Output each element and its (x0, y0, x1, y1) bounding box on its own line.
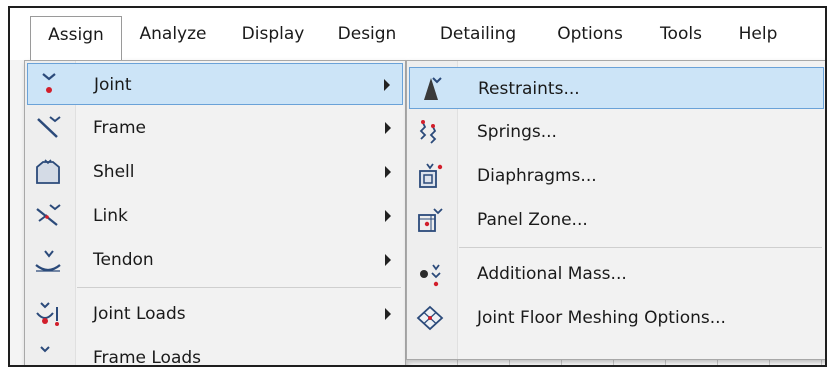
frame-icon (37, 116, 61, 138)
menu-item-joint[interactable]: Joint (27, 63, 403, 105)
panel-zone-icon (418, 208, 443, 232)
submenu-arrow-icon (384, 79, 390, 91)
submenu-arrow-icon (385, 210, 391, 222)
submenu-arrow-icon (385, 166, 391, 178)
menu-item-springs[interactable]: Springs... (409, 111, 824, 153)
menu-item-label: Additional Mass... (477, 264, 627, 284)
menu-item-label: Tendon (93, 250, 154, 270)
menu-item-diaphragms[interactable]: Diaphragms... (409, 155, 824, 197)
menu-display[interactable]: Display (232, 16, 314, 52)
menu-item-frame-loads[interactable]: Frame Loads (27, 337, 403, 367)
window-frame: Assign Analyze Display Design Detailing … (8, 6, 827, 367)
submenu-arrow-icon (385, 254, 391, 266)
menu-analyze[interactable]: Analyze (128, 16, 218, 52)
joint-icon (42, 73, 56, 93)
menu-item-label: Shell (93, 162, 135, 182)
menu-item-shell[interactable]: Shell (27, 151, 403, 193)
menu-item-label: Restraints... (478, 79, 580, 99)
restraints-icon (424, 77, 442, 100)
submenu-arrow-icon (385, 308, 391, 320)
menu-item-joint-loads[interactable]: Joint Loads (27, 293, 403, 335)
frame-loads-icon (40, 346, 50, 353)
menu-item-additional-mass[interactable]: Additional Mass... (409, 253, 824, 295)
menu-item-label: Joint (94, 75, 132, 95)
menu-detailing[interactable]: Detailing (428, 16, 528, 52)
link-icon (36, 204, 61, 226)
menu-item-label: Panel Zone... (477, 210, 588, 230)
joint-loads-icon (36, 302, 59, 326)
menu-item-label: Joint Loads (93, 304, 186, 324)
menu-separator (77, 287, 401, 288)
menu-item-restraints[interactable]: Restraints... (409, 67, 824, 109)
tendon-icon (35, 250, 61, 272)
shell-icon (36, 159, 60, 184)
menu-assign[interactable]: Assign (30, 16, 122, 60)
menu-item-tendon[interactable]: Tendon (27, 239, 403, 281)
menu-item-panel-zone[interactable]: Panel Zone... (409, 199, 824, 241)
menu-item-label: Joint Floor Meshing Options... (477, 308, 726, 328)
diaphragms-icon (419, 163, 443, 188)
springs-icon (419, 120, 437, 144)
menu-item-label: Frame (93, 118, 146, 138)
additional-mass-icon (420, 264, 441, 287)
submenu-arrow-icon (385, 122, 391, 134)
menu-item-label: Springs... (477, 122, 557, 142)
menu-bar: Assign Analyze Display Design Detailing … (10, 8, 825, 61)
menu-item-label: Frame Loads (93, 348, 202, 367)
menu-item-floor-meshing[interactable]: Joint Floor Meshing Options... (409, 297, 824, 339)
menu-options[interactable]: Options (548, 16, 632, 52)
menu-item-label: Link (93, 206, 128, 226)
menu-separator (459, 247, 822, 248)
joint-submenu: Restraints... Springs... Diaphragms... P… (406, 60, 825, 360)
menu-design[interactable]: Design (328, 16, 406, 52)
menu-item-link[interactable]: Link (27, 195, 403, 237)
assign-dropdown-menu: Joint Frame Shell Link Tendon Joint Load… (24, 60, 406, 367)
menu-item-label: Diaphragms... (477, 166, 597, 186)
floor-meshing-icon (416, 305, 444, 331)
menu-tools[interactable]: Tools (652, 16, 710, 52)
menu-help[interactable]: Help (732, 16, 784, 52)
menu-item-frame[interactable]: Frame (27, 107, 403, 149)
